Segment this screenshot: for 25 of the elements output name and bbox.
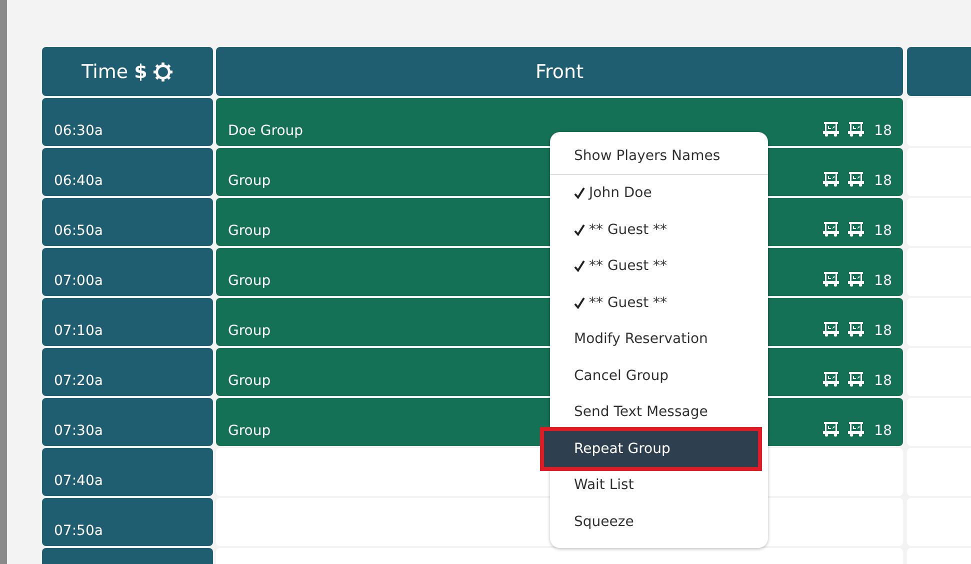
holes-count: 18 xyxy=(874,323,892,339)
group-name: Doe Group xyxy=(228,123,304,139)
tee-time: 06:30a xyxy=(54,123,103,139)
tee-time: 06:40a xyxy=(54,173,103,189)
holes-count: 18 xyxy=(874,173,892,189)
group-name: Group xyxy=(228,173,271,189)
group-name: Group xyxy=(228,373,271,389)
tee-time: 07:00a xyxy=(54,273,103,289)
tee-time: 07:40a xyxy=(54,473,103,489)
holes-count: 18 xyxy=(874,423,892,439)
group-name: Group xyxy=(228,323,271,339)
column-label: Front xyxy=(535,60,584,82)
group-name: Group xyxy=(228,223,271,239)
holes-count: 18 xyxy=(874,223,892,239)
column-label: Time xyxy=(82,60,128,82)
holes-count: 18 xyxy=(874,273,892,289)
tee-time: 07:30a xyxy=(54,423,103,439)
tee-time: 07:20a xyxy=(54,373,103,389)
holes-count: 18 xyxy=(874,373,892,389)
tee-time: 06:50a xyxy=(54,223,103,239)
tee-time: 07:50a xyxy=(54,523,103,539)
group-name: Group xyxy=(228,273,271,289)
holes-count: 18 xyxy=(874,123,892,139)
group-name: Group xyxy=(228,423,271,439)
tee-time: 07:10a xyxy=(54,323,103,339)
